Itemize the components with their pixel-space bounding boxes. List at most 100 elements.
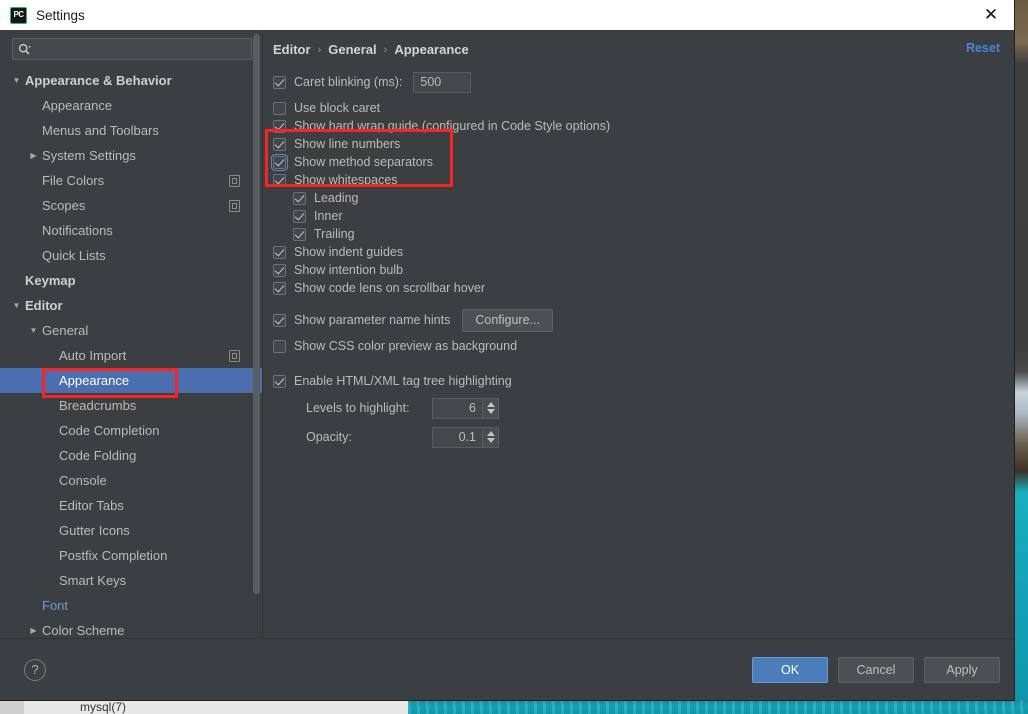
levels-to-highlight-value[interactable]: 6 <box>432 397 482 419</box>
copy-icon[interactable] <box>229 349 240 362</box>
sidebar-item-label: Menus and Toolbars <box>42 123 159 138</box>
sidebar-item-appearance[interactable]: Appearance <box>0 93 262 118</box>
copy-icon[interactable] <box>229 199 240 212</box>
sidebar-item-keymap[interactable]: Keymap <box>0 268 262 293</box>
settings-main-panel: Editor › General › Appearance Reset Care… <box>263 30 1014 638</box>
levels-to-highlight-spinner[interactable]: 6 <box>432 397 499 419</box>
option-row-css-color-preview: Show CSS color preview as background <box>273 337 1000 355</box>
checkbox-leading[interactable] <box>293 191 306 205</box>
label-show-indent-guides: Show indent guides <box>294 245 404 259</box>
label-levels-to-highlight: Levels to highlight: <box>306 401 410 415</box>
title-bar: PC Settings ✕ <box>0 0 1014 30</box>
levels-spinner-arrows[interactable] <box>482 397 499 419</box>
sidebar-item-code-folding[interactable]: Code Folding <box>0 443 262 468</box>
sidebar-item-label: File Colors <box>42 173 105 188</box>
reset-link[interactable]: Reset <box>966 41 1000 55</box>
chevron-down-icon[interactable]: ▼ <box>10 74 23 87</box>
sidebar-item-smart-keys[interactable]: Smart Keys <box>0 568 262 593</box>
copy-icon[interactable] <box>229 174 240 187</box>
checkbox-show-whitespaces[interactable] <box>273 173 286 187</box>
ok-button[interactable]: OK <box>752 656 828 683</box>
sidebar-item-scopes[interactable]: Scopes <box>0 193 262 218</box>
apply-button[interactable]: Apply <box>924 656 1000 683</box>
sidebar-item-auto-import[interactable]: Auto Import <box>0 343 262 368</box>
sidebar-item-label: Console <box>59 473 107 488</box>
sidebar-item-label: Postfix Completion <box>59 548 168 563</box>
sidebar-item-general[interactable]: ▼ General <box>0 318 262 343</box>
checkbox-caret-blinking[interactable] <box>273 75 286 89</box>
settings-dialog: PC Settings ✕ ▼ Appearance & Behavior Ap… <box>0 0 1014 700</box>
sidebar-item-notifications[interactable]: Notifications <box>0 218 262 243</box>
sidebar-item-menus-and-toolbars[interactable]: Menus and Toolbars <box>0 118 262 143</box>
settings-sidebar: ▼ Appearance & Behavior Appearance Menus an… <box>0 30 263 638</box>
checkbox-show-indent-guides[interactable] <box>273 245 286 259</box>
sidebar-item-console[interactable]: Console <box>0 468 262 493</box>
sidebar-item-color-scheme[interactable]: ▶ Color Scheme <box>0 618 262 638</box>
sidebar-item-file-colors[interactable]: File Colors <box>0 168 262 193</box>
breadcrumb-general[interactable]: General <box>328 42 376 57</box>
label-show-code-lens: Show code lens on scrollbar hover <box>294 281 486 295</box>
help-button[interactable]: ? <box>24 658 46 681</box>
sidebar-item-label: Gutter Icons <box>59 523 130 538</box>
checkbox-trailing[interactable] <box>293 227 306 241</box>
chevron-down-icon <box>486 438 495 443</box>
sidebar-item-editor[interactable]: ▼ Editor <box>0 293 262 318</box>
sidebar-item-postfix-completion[interactable]: Postfix Completion <box>0 543 262 568</box>
configure-button[interactable]: Configure... <box>462 308 553 332</box>
sidebar-item-quick-lists[interactable]: Quick Lists <box>0 243 262 268</box>
sidebar-item-label: General <box>42 323 89 338</box>
checkbox-show-intention-bulb[interactable] <box>273 263 286 277</box>
chevron-down-icon[interactable]: ▼ <box>27 324 40 337</box>
label-show-whitespaces: Show whitespaces <box>294 173 398 187</box>
chevron-right-icon[interactable]: ▶ <box>27 624 40 637</box>
dialog-footer: ? OK Cancel Apply <box>0 638 1014 700</box>
checkbox-show-line-numbers[interactable] <box>273 137 286 151</box>
sidebar-scrollbar[interactable] <box>253 34 260 594</box>
checkbox-show-method-separators[interactable] <box>271 153 288 171</box>
app-icon-label: PC <box>13 10 24 19</box>
sidebar-item-editor-tabs[interactable]: Editor Tabs <box>0 493 262 518</box>
checkbox-css-color-preview[interactable] <box>273 339 286 353</box>
sidebar-item-font[interactable]: Font <box>0 593 262 618</box>
search-box[interactable] <box>12 38 252 60</box>
chevron-right-icon[interactable]: ▶ <box>27 149 40 162</box>
sidebar-item-breadcrumbs[interactable]: Breadcrumbs <box>0 393 262 418</box>
checkbox-hard-wrap-guide[interactable] <box>273 119 286 133</box>
checkbox-tag-tree-highlighting[interactable] <box>273 374 286 388</box>
sidebar-item-gutter-icons[interactable]: Gutter Icons <box>0 518 262 543</box>
label-show-method-separators: Show method separators <box>294 155 433 169</box>
sidebar-item-appearance-behavior[interactable]: ▼ Appearance & Behavior <box>0 68 262 93</box>
chevron-down-icon <box>486 409 495 414</box>
sidebar-item-system-settings[interactable]: ▶ System Settings <box>0 143 262 168</box>
label-inner: Inner <box>314 209 343 223</box>
checkbox-parameter-name-hints[interactable] <box>273 313 286 327</box>
breadcrumb-appearance: Appearance <box>394 42 469 57</box>
sidebar-item-appearance[interactable]: Appearance <box>0 368 262 393</box>
breadcrumb-editor[interactable]: Editor <box>273 42 311 57</box>
caret-blinking-input[interactable]: 500 <box>413 71 472 93</box>
opacity-spinner[interactable]: 0.1 <box>432 426 499 448</box>
opacity-spinner-arrows[interactable] <box>482 426 499 448</box>
sidebar-item-label: Appearance & Behavior <box>25 73 172 88</box>
sidebar-item-code-completion[interactable]: Code Completion <box>0 418 262 443</box>
search-input[interactable] <box>34 42 246 56</box>
close-icon[interactable]: ✕ <box>968 0 1014 30</box>
chevron-down-icon[interactable]: ▼ <box>10 299 23 312</box>
option-row-trailing: Trailing <box>273 225 1000 243</box>
checkbox-inner[interactable] <box>293 209 306 223</box>
desktop-wallpaper-right <box>1012 0 1028 714</box>
checkbox-use-block-caret[interactable] <box>273 101 286 115</box>
checkbox-show-code-lens[interactable] <box>273 281 286 295</box>
cancel-button[interactable]: Cancel <box>838 656 914 683</box>
option-row-use-block-caret: Use block caret <box>273 99 1000 117</box>
sidebar-item-label: Font <box>42 598 69 613</box>
opacity-value[interactable]: 0.1 <box>432 426 482 448</box>
label-opacity: Opacity: <box>306 430 352 444</box>
